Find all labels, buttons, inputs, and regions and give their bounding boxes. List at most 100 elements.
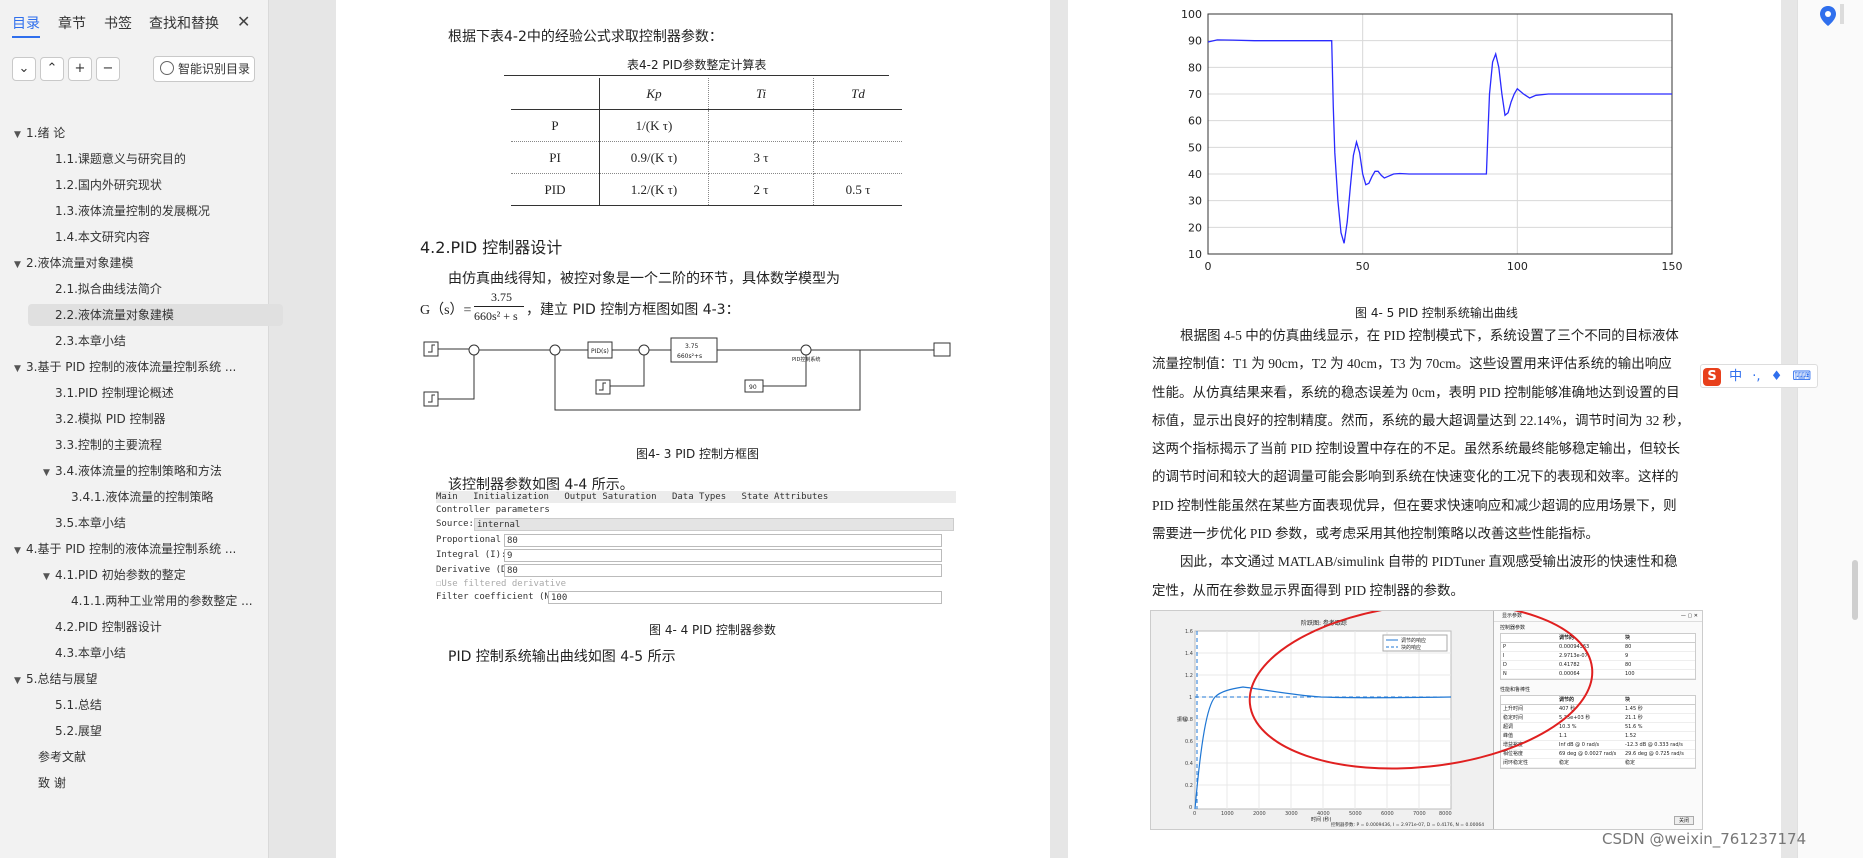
toc-item[interactable]: 4.3.本章小结	[55, 642, 126, 664]
toc-item-label: 3.4.1.液体流量的控制策略	[71, 490, 214, 504]
document-page-left: 根据下表4-2中的经验公式求取控制器参数： 表4-2 PID参数整定计算表 Kp…	[336, 0, 1050, 858]
microphone-icon[interactable]: ♦	[1771, 369, 1783, 384]
toc-sidebar: 目录 章节 书签 查找和替换 ✕ ⌄ ⌃ + − 智能识别目录 ▼ 1.绪 论 1.…	[0, 0, 283, 858]
toc-item-label: 4.1.1.两种工业常用的参数整定 ...	[71, 594, 253, 608]
param-tab-data-types[interactable]: Data Types	[672, 492, 726, 502]
expand-arrow-icon[interactable]: ▼	[14, 540, 26, 562]
table-cell: 1/(K τ)	[599, 109, 709, 142]
scope-block	[933, 342, 951, 357]
toc-item[interactable]: ▼ 4.基于 PID 控制的液体流量控制系统 ...	[14, 538, 236, 560]
tab-bookmarks[interactable]: 书签	[104, 13, 132, 33]
toc-item[interactable]: 4.2.PID 控制器设计	[55, 616, 162, 638]
expand-arrow-icon[interactable]: ▼	[43, 462, 55, 484]
toc-item[interactable]: 5.1.总结	[55, 694, 102, 716]
param-tab-output-saturation[interactable]: Output Saturation	[564, 492, 656, 502]
toc-item-label: 1.3.液体流量控制的发展概况	[55, 204, 210, 218]
toc-item[interactable]: 3.4.1.液体流量的控制策略	[71, 486, 213, 508]
param-label: Filter coefficient (N):	[436, 592, 561, 602]
table-cell: 2 τ	[708, 173, 814, 206]
add-heading-button[interactable]: +	[68, 57, 92, 81]
toc-item-label: 1.绪 论	[26, 126, 66, 140]
chart-xtick-label: 100	[1507, 260, 1528, 273]
toc-item[interactable]: 5.2.展望	[55, 720, 102, 742]
toc-item-label: 3.1.PID 控制理论概述	[55, 386, 174, 400]
step-glyph	[428, 394, 435, 403]
toc-item[interactable]: 1.3.液体流量控制的发展概况	[55, 200, 210, 222]
toc-item[interactable]: 3.5.本章小结	[55, 512, 126, 534]
toc-item[interactable]: ▼ 5.总结与展望	[14, 668, 97, 690]
expand-arrow-icon[interactable]: ▼	[14, 254, 26, 276]
paragraph-line: 这两个指标揭示了当前 PID 控制设置中存在的不足。虽然系统最终能够稳定输出，但…	[1152, 441, 1681, 457]
toc-item[interactable]: 3.1.PID 控制理论概述	[55, 382, 174, 404]
use-filtered-checkbox[interactable]: ☐Use filtered derivative	[436, 578, 566, 590]
expand-all-button[interactable]: ⌃	[40, 57, 64, 81]
integral-input[interactable]: 9	[504, 549, 942, 562]
chart-ytick-label: 90	[1188, 35, 1202, 48]
proportional-input[interactable]: 80	[504, 534, 942, 547]
use-filtered-label: Use filtered derivative	[441, 579, 567, 589]
source-label: Source:	[436, 519, 474, 529]
source-row: Source: internal	[436, 518, 956, 531]
toc-item[interactable]: ▼ 4.1.PID 初始参数的整定	[43, 564, 186, 586]
analysis-paragraph: 根据图 4-5 中的仿真曲线显示，在 PID 控制模式下，系统设置了三个不同的目…	[1152, 322, 1712, 605]
sogou-icon[interactable]: S	[1703, 368, 1721, 386]
toc-item[interactable]: ▼ 3.基于 PID 控制的液体流量控制系统 ...	[14, 356, 236, 378]
tab-toc[interactable]: 目录	[12, 13, 40, 33]
active-tab-indicator	[12, 36, 40, 38]
close-icon[interactable]: ✕	[237, 12, 250, 31]
expand-arrow-icon[interactable]: ▼	[14, 670, 26, 692]
toc-item[interactable]: 1.2.国内外研究现状	[55, 174, 162, 196]
toc-item-label: 2.3.本章小结	[55, 334, 126, 348]
param-tab-main[interactable]: Main	[436, 492, 458, 502]
derivative-input[interactable]: 80	[504, 564, 942, 577]
toc-item[interactable]: 1.4.本文研究内容	[55, 226, 150, 248]
chart-ytick-label: 50	[1188, 141, 1202, 154]
tf-denominator-label: 660s²+s	[677, 353, 702, 360]
chart-xtick-label: 0	[1205, 260, 1212, 273]
ime-lang-toggle[interactable]: 中	[1729, 369, 1742, 384]
source-select[interactable]: internal	[474, 518, 954, 531]
toc-item[interactable]: ▼ 2.液体流量对象建模	[14, 252, 133, 274]
param-tab-state-attributes[interactable]: State Attributes	[742, 492, 829, 502]
section-heading: 4.2.PID 控制器设计	[420, 238, 563, 257]
param-row-n: Filter coefficient (N): 100	[436, 591, 956, 604]
chart-ytick-label: 70	[1188, 88, 1202, 101]
toc-item[interactable]: 3.3.控制的主要流程	[55, 434, 162, 456]
toc-item[interactable]: ▼ 3.4.液体流量的控制策略和方法	[43, 460, 222, 482]
toc-item[interactable]: 2.1.拟合曲线法简介	[55, 278, 162, 300]
filter-coefficient-input[interactable]: 100	[548, 591, 942, 604]
table-cell: 0.5 τ	[813, 173, 902, 206]
figure-4-3-caption: 图4- 3 PID 控制方框图	[636, 447, 760, 461]
scrollbar-thumb[interactable]	[1840, 4, 1844, 24]
toc-item[interactable]: 致 谢	[38, 772, 66, 794]
toc-item[interactable]: 2.2.液体流量对象建模	[28, 304, 283, 326]
toc-item[interactable]: 1.1.课题意义与研究目的	[55, 148, 186, 170]
keyboard-icon[interactable]: ⌨	[1793, 369, 1812, 384]
toc-item-label: 致 谢	[38, 776, 66, 790]
remove-heading-button[interactable]: −	[96, 57, 120, 81]
model-paragraph: 由仿真曲线得知，被控对象是一个二阶的环节，具体数学模型为	[448, 271, 840, 287]
location-pin-icon[interactable]	[1818, 4, 1838, 28]
smart-toc-label: 智能识别目录	[178, 62, 251, 76]
toc-item-label: 3.基于 PID 控制的液体流量控制系统 ...	[26, 360, 237, 374]
vertical-scrollbar[interactable]	[1852, 560, 1858, 620]
tab-find-replace[interactable]: 查找和替换	[149, 13, 219, 33]
pid-tuner-screenshot: 调节的响应 块的响应 阶跃图: 参考跟踪 时间 (秒) 振幅 1.6 1.4 1…	[1150, 610, 1703, 830]
toc-item[interactable]: ▼ 1.绪 论	[14, 122, 65, 144]
toc-item[interactable]: 2.3.本章小结	[55, 330, 126, 352]
figure-4-4-caption: 图 4- 4 PID 控制器参数	[649, 623, 776, 637]
param-tab-initialization[interactable]: Initialization	[473, 492, 549, 502]
expand-arrow-icon[interactable]: ▼	[14, 358, 26, 380]
param-tabs: Main Initialization Output Saturation Da…	[436, 491, 956, 503]
tab-chapters[interactable]: 章节	[58, 13, 86, 33]
smart-toc-button[interactable]: 智能识别目录	[153, 56, 255, 82]
toc-item[interactable]: 4.1.1.两种工业常用的参数整定 ...	[71, 590, 253, 612]
controller-param-panel: Main Initialization Output Saturation Da…	[436, 491, 956, 604]
expand-arrow-icon[interactable]: ▼	[43, 566, 55, 588]
toc-item[interactable]: 参考文献	[38, 746, 86, 768]
collapse-all-button[interactable]: ⌄	[12, 57, 36, 81]
ime-punct-toggle[interactable]: ·,	[1752, 369, 1760, 384]
toc-item[interactable]: 3.2.模拟 PID 控制器	[55, 408, 166, 430]
toc-item-label: 5.总结与展望	[26, 672, 98, 686]
expand-arrow-icon[interactable]: ▼	[14, 124, 26, 146]
